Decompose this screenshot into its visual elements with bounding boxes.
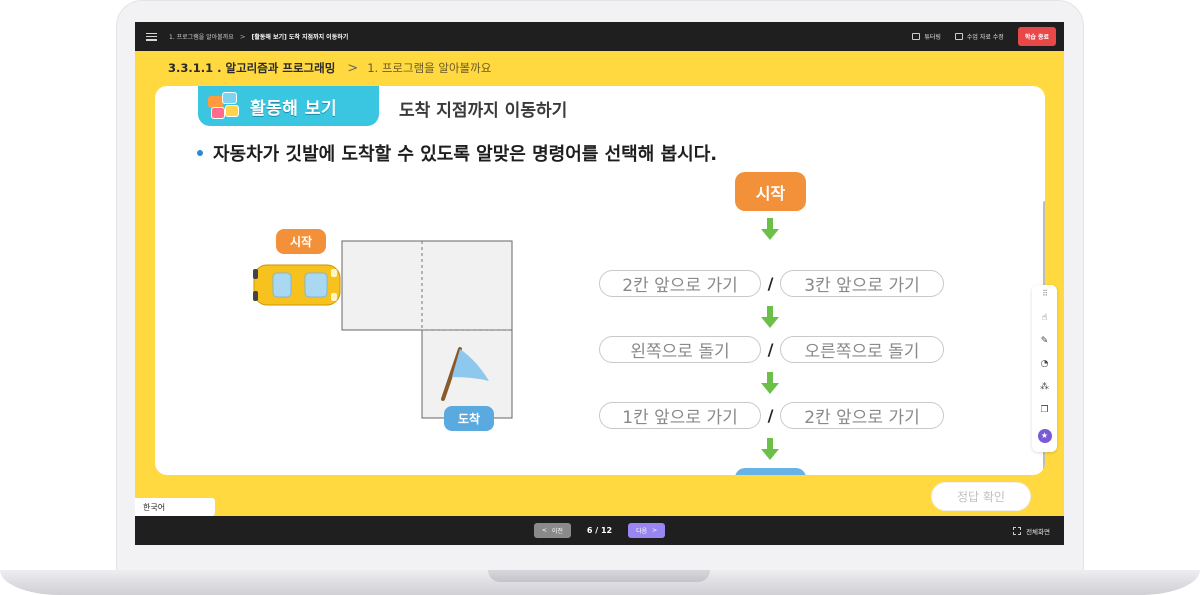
flow-end-node: 도착 [735,468,806,475]
next-label: 다음 [636,528,648,535]
fullscreen-button[interactable]: 전체화면 [1013,516,1050,545]
pointer-hand-icon[interactable]: ☝ [1038,311,1052,325]
fullscreen-icon [1013,526,1022,535]
puzzle-icon [208,90,242,122]
end-lesson-button[interactable]: 학습 종료 [1017,27,1056,46]
command-option-turn-left[interactable]: 왼쪽으로 돌기 [599,335,761,363]
unit-title: 3.3.1.1 . 알고리즘과 프로그래밍 [168,61,336,75]
pen-icon[interactable]: ✎ [1038,334,1052,348]
command-row-3: 1칸 앞으로 가기 / 2칸 앞으로 가기 [599,401,944,429]
arrow-down-icon [761,218,779,240]
command-option-turn-right[interactable]: 오른쪽으로 돌기 [780,335,944,363]
top-bar: 1. 프로그램을 알아볼까요 > [활동해 보기] 도착 지점까지 이동하기 튜… [135,22,1064,51]
tutoring-label: 튜터링 [924,34,941,41]
instruction: 자동차가 깃발에 도착할 수 있도록 알맞은 명령어를 선택해 봅시다. [197,140,717,166]
arrow-down-icon [761,438,779,460]
tutoring-button[interactable]: 튜터링 [912,32,941,41]
activity-title: 도착 지점까지 이동하기 [399,101,568,121]
ai-star-icon[interactable]: ★ [1037,428,1052,443]
command-row-2: 왼쪽으로 돌기 / 오른쪽으로 돌기 [599,335,944,363]
edit-material-button[interactable]: 수업 자료 수정 [954,32,1004,41]
command-row-1: 2칸 앞으로 가기 / 3칸 앞으로 가기 [599,269,944,297]
monitor-icon [912,33,921,40]
chevron-right-icon: > [652,527,658,534]
command-option-1-forward[interactable]: 1칸 앞으로 가기 [599,401,761,429]
grid-cell-top [341,240,513,331]
hamburger-menu-icon[interactable] [146,32,157,41]
language-selector[interactable]: 한국어 [135,498,215,516]
edit-material-label: 수업 자료 수정 [966,34,1004,41]
arrow-down-icon [761,372,779,394]
breadcrumb-parent[interactable]: 1. 프로그램을 알아볼까요 [169,32,234,41]
map-start-label: 시작 [276,229,326,254]
laptop-notch [488,570,710,582]
option-separator: / [767,405,774,425]
content-card: 활동해 보기 도착 지점까지 이동하기 자동차가 깃발에 도착할 수 있도록 알… [155,86,1045,475]
activity-badge-label: 활동해 보기 [250,98,338,119]
group-icon[interactable]: ⁂ [1038,380,1052,394]
prev-label: 이전 [551,528,563,535]
page-indicator: 6 / 12 [586,526,613,535]
option-separator: / [767,273,774,293]
bottom-nav-bar: < 이전 6 / 12 다음 > 전체화면 [135,516,1064,545]
car-icon [253,264,341,306]
timer-icon[interactable]: ◔ [1038,357,1052,371]
copy-icon[interactable]: ❐ [1038,404,1052,418]
arrow-down-icon [761,306,779,328]
command-option-3-forward[interactable]: 3칸 앞으로 가기 [780,269,944,297]
fullscreen-label: 전체화면 [1026,527,1050,536]
bullet-icon [197,150,203,156]
chevron-right-icon: > [347,60,359,76]
app-screen: 1. 프로그램을 알아볼까요 > [활동해 보기] 도착 지점까지 이동하기 튜… [135,22,1064,545]
command-option-2-forward[interactable]: 2칸 앞으로 가기 [599,269,761,297]
flow-start-node: 시작 [735,172,806,211]
activity-badge: 활동해 보기 [198,86,379,126]
lesson-title[interactable]: 1. 프로그램을 알아볼까요 [367,60,491,76]
breadcrumb-separator: > [239,32,246,41]
chevron-left-icon: < [541,527,547,534]
check-answer-button[interactable]: 정답 확인 [931,482,1031,511]
prev-page-button[interactable]: < 이전 [533,523,571,538]
edit-icon [954,33,963,40]
next-page-button[interactable]: 다음 > [628,523,666,538]
top-actions: 튜터링 수업 자료 수정 학습 종료 [912,27,1056,46]
instruction-text: 자동차가 깃발에 도착할 수 있도록 알맞은 명령어를 선택해 봅시다. [213,144,718,165]
command-option-2-forward-b[interactable]: 2칸 앞으로 가기 [780,401,944,429]
breadcrumb-current: [활동해 보기] 도착 지점까지 이동하기 [251,34,349,41]
option-separator: / [767,339,774,359]
laptop-mockup: 1. 프로그램을 알아볼까요 > [활동해 보기] 도착 지점까지 이동하기 튜… [0,0,1200,595]
map-end-label: 도착 [444,406,494,431]
tool-rail: ⠿ ☝ ✎ ◔ ⁂ ❐ ★ [1032,285,1057,452]
lesson-breadcrumb: 3.3.1.1 . 알고리즘과 프로그래밍 > 1. 프로그램을 알아볼까요 [168,60,491,76]
drag-handle-icon[interactable]: ⠿ [1038,289,1052,299]
